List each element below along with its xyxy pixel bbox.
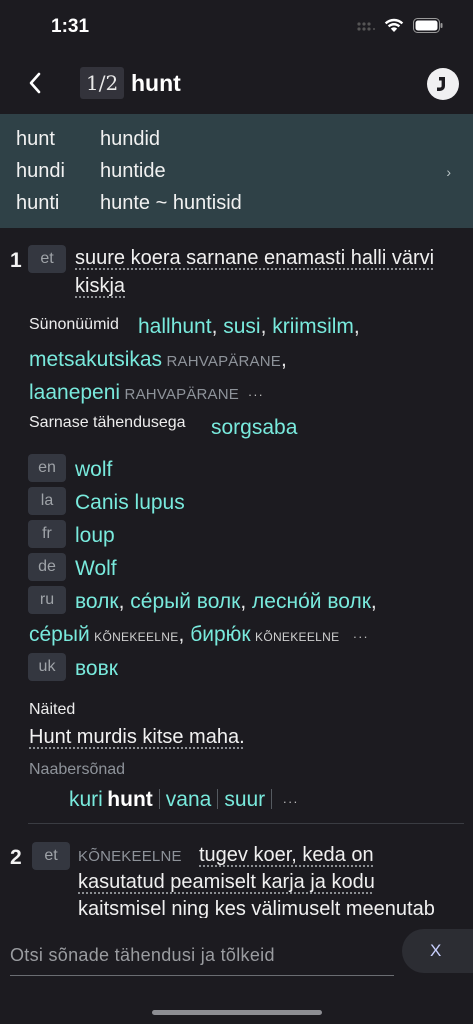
word-forms-panel[interactable]: hunt hundid hundi huntide hunti hunte ~ …: [0, 114, 473, 228]
language-badge: et: [28, 245, 66, 273]
translation-link[interactable]: вовк: [75, 657, 118, 681]
translation-link[interactable]: wolf: [75, 458, 112, 482]
sense-number: 1: [10, 249, 22, 272]
definition-text[interactable]: kasutatud peamiselt karja ja kodu: [78, 868, 375, 897]
form-singular: hunt: [16, 128, 55, 150]
navigation-bar: 1/2 hunt: [0, 58, 473, 112]
language-badge: uk: [28, 653, 66, 681]
register-tag: RAHVAPÄRANE: [124, 386, 239, 403]
neighbor-words-label: Naabersõnad: [29, 761, 126, 778]
translation-link[interactable]: Wolf: [75, 557, 117, 581]
translation-link[interactable]: волк: [75, 590, 119, 613]
language-badge: ru: [28, 586, 66, 614]
synonyms-label: Sünonüümid: [29, 316, 119, 333]
search-input[interactable]: [10, 936, 394, 976]
synonym-link[interactable]: susi: [223, 315, 260, 338]
more-synonyms-button[interactable]: ···: [248, 387, 264, 402]
register-tag: KÕNEKEELNE: [255, 630, 340, 644]
translation-link[interactable]: бирю́к: [190, 623, 250, 646]
language-badge: de: [28, 553, 66, 581]
synonym-link[interactable]: metsakutsikas: [29, 348, 162, 371]
neighbor-word-link[interactable]: suur: [224, 788, 265, 811]
status-bar: 1:31: [0, 0, 473, 54]
sense-divider: [28, 823, 464, 824]
synonym-link[interactable]: laanepeni: [29, 381, 120, 404]
example-sentence[interactable]: Hunt murdis kitse maha.: [29, 726, 245, 749]
form-plural: hunte ~ huntisid: [100, 192, 242, 214]
definition-text[interactable]: kaitsmisel ning kes välimuselt meenutab: [78, 895, 435, 918]
language-badge: en: [28, 454, 66, 482]
form-singular: hundi: [16, 160, 65, 182]
language-badge: fr: [28, 520, 66, 548]
cellular-signal-icon: [357, 21, 375, 31]
register-tag: KÕNEKEELNE: [78, 848, 182, 865]
synonyms-line: metsakutsikas RAHVAPÄRANE,: [29, 348, 287, 371]
translation-line: волк, се́рый волк, лесно́й волк,: [75, 590, 377, 613]
separator: [271, 789, 273, 809]
status-time: 1:31: [51, 16, 90, 37]
status-icons: [357, 18, 443, 33]
clear-search-button[interactable]: X: [402, 929, 473, 973]
search-bar: X: [0, 918, 473, 1024]
app-logo-button[interactable]: [427, 68, 459, 100]
register-tag: RAHVAPÄRANE: [166, 353, 281, 370]
form-plural: huntide: [100, 160, 166, 182]
neighbor-word-current: hunt: [107, 788, 153, 811]
page-title: hunt: [131, 70, 181, 96]
translation-link[interactable]: loup: [75, 524, 115, 548]
form-plural: hundid: [100, 128, 161, 150]
more-translations-button[interactable]: ···: [353, 629, 369, 644]
more-neighbors-button[interactable]: ···: [283, 794, 299, 809]
translation-link[interactable]: се́рый: [29, 623, 90, 646]
synonyms-line: hallhunt, susi, kriimsilm,: [138, 315, 360, 338]
definitions-list[interactable]: 1 et suure koera sarnane enamasti halli …: [0, 228, 473, 918]
language-badge: la: [28, 487, 66, 515]
neighbor-word-link[interactable]: vana: [166, 788, 212, 811]
home-indicator: [152, 1010, 322, 1015]
synonyms-line: laanepeni RAHVAPÄRANE ···: [29, 381, 264, 405]
synonym-link[interactable]: hallhunt: [138, 315, 212, 338]
register-tag: KÕNEKEELNE: [94, 630, 179, 644]
translation-line: се́рый KÕNEKEELNE, бирю́к KÕNEKEELNE ···: [29, 623, 369, 646]
sense-number: 2: [10, 846, 22, 869]
neighbor-words: kuri hunt vana suur ···: [69, 788, 299, 812]
similar-meaning-link[interactable]: sorgsaba: [211, 416, 297, 440]
chevron-right-icon[interactable]: ›: [446, 164, 451, 180]
translation-link[interactable]: се́рый волк: [130, 590, 240, 613]
wifi-icon: [384, 18, 404, 32]
homonym-page-counter[interactable]: 1/2: [80, 67, 125, 99]
definition-text[interactable]: kiskja: [75, 272, 125, 301]
form-singular: hunti: [16, 192, 60, 214]
neighbor-word-link[interactable]: kuri: [69, 788, 103, 811]
definition-text[interactable]: suure koera sarnane enamasti halli värvi: [75, 244, 434, 273]
app-logo-icon: [437, 77, 445, 91]
translation-link[interactable]: Canis lupus: [75, 491, 185, 515]
battery-icon: [413, 18, 443, 33]
separator: [217, 789, 219, 809]
synonym-link[interactable]: kriimsilm: [272, 315, 354, 338]
definition-text[interactable]: tugev koer, keda on: [199, 841, 374, 870]
language-badge: et: [32, 842, 70, 870]
similar-meaning-label: Sarnase tähendusega: [29, 414, 186, 431]
back-button[interactable]: [20, 68, 50, 98]
chevron-left-icon: [29, 72, 41, 94]
separator: [158, 789, 160, 809]
translation-link[interactable]: лесно́й волк: [252, 590, 371, 613]
examples-label: Näited: [29, 701, 76, 718]
